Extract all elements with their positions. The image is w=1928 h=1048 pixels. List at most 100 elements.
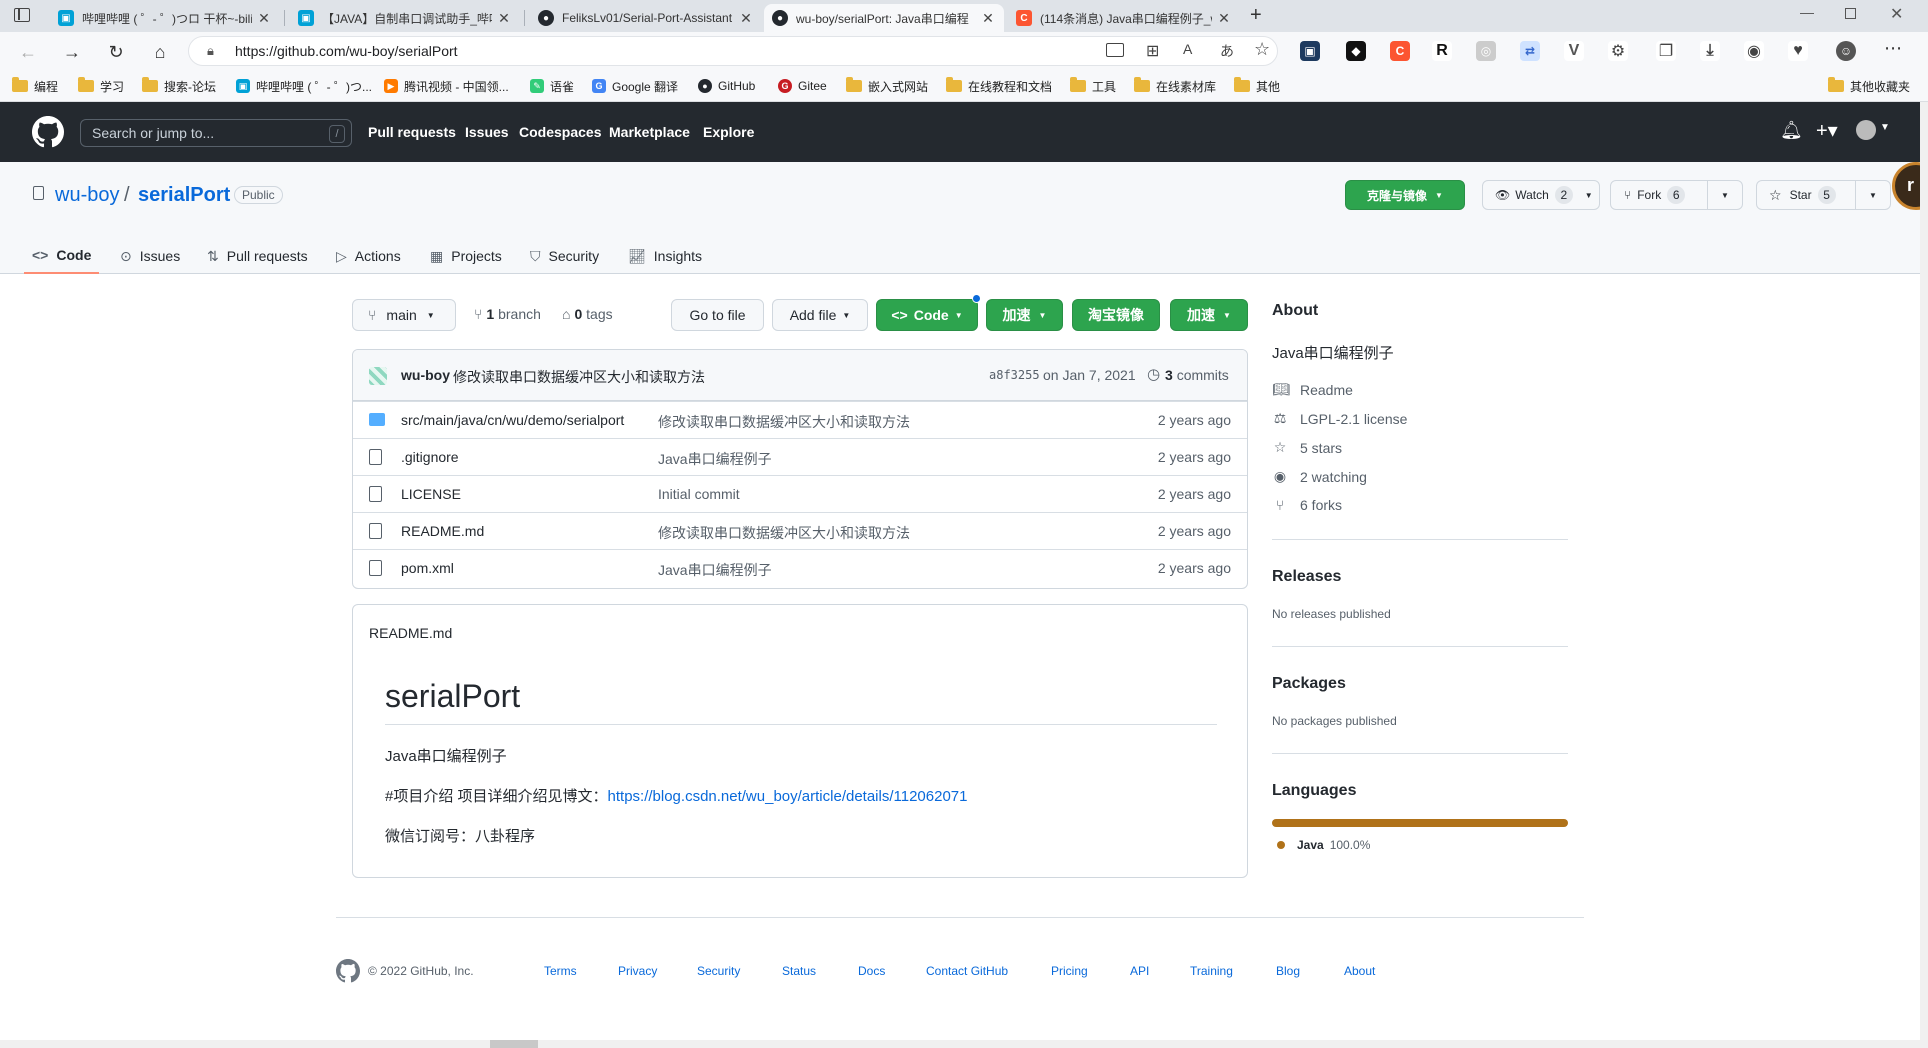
add-file-button[interactable]: Add file ▼ <box>772 299 868 331</box>
readme-link[interactable]: 📖︎ Readme <box>1272 381 1353 398</box>
extension-icon-2[interactable]: ◆ <box>1346 41 1366 61</box>
extension-icon-1[interactable]: ▣ <box>1300 41 1320 61</box>
settings-more-icon[interactable]: ⋯ <box>1884 38 1902 59</box>
file-row[interactable]: README.md 修改读取串口数据缓冲区大小和读取方法 2 years ago <box>353 512 1247 549</box>
bookmark-folder[interactable]: 搜索-论坛 <box>142 77 216 95</box>
watch-button[interactable]: 👁︎ Watch 2 ▼ <box>1482 180 1600 210</box>
close-icon[interactable]: ✕ <box>256 10 272 27</box>
file-commit-message[interactable]: Java串口编程例子 <box>658 449 772 469</box>
reload-icon[interactable]: ↻ <box>102 38 130 66</box>
vertical-scrollbar[interactable] <box>1920 102 1928 1040</box>
commit-sha[interactable]: a8f3255 <box>989 368 1040 382</box>
scrollbar-thumb[interactable] <box>490 1040 538 1048</box>
footer-link-about[interactable]: About <box>1344 964 1375 978</box>
bookmark-folder[interactable]: 编程 <box>12 77 58 95</box>
file-commit-message[interactable]: Java串口编程例子 <box>658 560 772 580</box>
nav-codespaces[interactable]: Codespaces <box>519 124 601 140</box>
bookmark-link[interactable]: ✎ 语雀 <box>530 77 574 95</box>
bookmark-link[interactable]: ● GitHub <box>698 77 755 95</box>
nav-explore[interactable]: Explore <box>703 124 754 140</box>
commit-message[interactable]: 修改读取串口数据缓冲区大小和读取方法 <box>453 367 705 387</box>
browser-tab-4-active[interactable]: ● wu-boy/serialPort: Java串口编程 ✕ <box>764 4 1004 32</box>
home-icon[interactable]: ⌂ <box>146 38 174 66</box>
file-name-link[interactable]: pom.xml <box>401 560 454 576</box>
bookmark-folder[interactable]: 其他 <box>1234 77 1280 95</box>
star-button[interactable]: ☆ Star 5 <box>1756 180 1856 210</box>
fork-button[interactable]: ⑂ Fork 6 <box>1610 180 1708 210</box>
browser-tab-5[interactable]: C (114条消息) Java串口编程例子_w ✕ <box>1008 4 1240 32</box>
license-link[interactable]: ⚖ LGPL-2.1 license <box>1272 410 1408 427</box>
tab-pull-requests[interactable]: ⇅ Pull requests <box>207 238 308 274</box>
file-row[interactable]: LICENSE Initial commit 2 years ago <box>353 475 1247 512</box>
browser-tab-1[interactable]: ▣ 哔哩哔哩 ( ゜- ゜)つロ 干杯~-bili ✕ <box>50 4 280 32</box>
footer-link-blog[interactable]: Blog <box>1276 964 1300 978</box>
accelerate-button-2[interactable]: 加速 ▼ <box>1170 299 1248 331</box>
forks-link[interactable]: ⑂ 6 forks <box>1272 497 1342 513</box>
commit-author[interactable]: wu-boy <box>401 367 450 383</box>
footer-link-privacy[interactable]: Privacy <box>618 964 657 978</box>
plus-dropdown-icon[interactable]: +▾ <box>1816 118 1838 143</box>
tags-link[interactable]: ⌂ 0 tags <box>562 306 613 322</box>
branch-selector[interactable]: ⑂ main ▼ <box>352 299 456 331</box>
bookmark-folder[interactable]: 在线教程和文档 <box>946 77 1052 95</box>
tab-actions-icon[interactable] <box>14 8 30 22</box>
file-row[interactable]: src/main/java/cn/wu/demo/serialport 修改读取… <box>353 401 1247 438</box>
file-commit-message[interactable]: Initial commit <box>658 486 740 502</box>
tab-projects[interactable]: ▦ Projects <box>430 238 502 274</box>
file-commit-message[interactable]: 修改读取串口数据缓冲区大小和读取方法 <box>658 412 910 432</box>
extensions-icon[interactable]: ⚙ <box>1608 41 1628 61</box>
bookmark-link[interactable]: ▶ 腾讯视频 - 中国领... <box>384 77 509 95</box>
tab-insights[interactable]: 📈︎ Insights <box>628 238 702 274</box>
bookmark-folder[interactable]: 嵌入式网站 <box>846 77 928 95</box>
back-icon[interactable]: ← <box>14 38 42 66</box>
horizontal-scrollbar[interactable] <box>0 1040 1928 1048</box>
bookmark-folder[interactable]: 学习 <box>78 77 124 95</box>
browser-tab-2[interactable]: ▣ 【JAVA】自制串口调试助手_哔哩 ✕ <box>290 4 520 32</box>
extension-icon-5[interactable]: ◎ <box>1476 41 1496 61</box>
file-commit-message[interactable]: 修改读取串口数据缓冲区大小和读取方法 <box>658 523 910 543</box>
bell-icon[interactable]: 🔔︎ <box>1780 120 1803 141</box>
translate-icon[interactable]: あ <box>1220 41 1234 61</box>
footer-link-training[interactable]: Training <box>1190 964 1233 978</box>
tab-issues[interactable]: ⊙ Issues <box>120 238 180 274</box>
releases-heading[interactable]: Releases <box>1272 568 1341 586</box>
bookmark-link[interactable]: G Google 翻译 <box>592 77 678 95</box>
readme-filename[interactable]: README.md <box>369 625 452 641</box>
clone-mirror-button[interactable]: 克隆与镜像 ▼ <box>1345 180 1465 210</box>
apps-icon[interactable]: ⊞ <box>1146 41 1159 61</box>
extension-r-icon[interactable]: R <box>1432 41 1452 61</box>
tab-code[interactable]: <> Code <box>24 238 100 274</box>
tab-actions[interactable]: ▷ Actions <box>336 238 401 274</box>
branches-link[interactable]: ⑂ 1 branch <box>474 306 541 322</box>
minimize-icon[interactable]: — <box>1800 4 1814 20</box>
file-name-link[interactable]: src/main/java/cn/wu/demo/serialport <box>401 412 624 428</box>
file-name-link[interactable]: .gitignore <box>401 449 459 465</box>
extension-icon-6[interactable]: ⇄ <box>1520 41 1540 61</box>
file-row[interactable]: pom.xml Java串口编程例子 2 years ago <box>353 549 1247 586</box>
reader-icon[interactable] <box>1106 43 1124 57</box>
accelerate-button-1[interactable]: 加速 ▼ <box>986 299 1063 331</box>
collections-icon[interactable]: ❐ <box>1656 41 1676 61</box>
footer-link-terms[interactable]: Terms <box>544 964 577 978</box>
file-row[interactable]: .gitignore Java串口编程例子 2 years ago <box>353 438 1247 475</box>
favorite-star-icon[interactable]: ☆ <box>1254 39 1270 60</box>
file-name-link[interactable]: LICENSE <box>401 486 461 502</box>
profile-avatar[interactable]: ☺ <box>1836 41 1856 61</box>
github-logo-icon[interactable] <box>32 116 64 148</box>
code-button[interactable]: <> Code ▼ <box>876 299 978 331</box>
browser-tab-3[interactable]: ● FeliksLv01/Serial-Port-Assistant ✕ <box>530 4 762 32</box>
download-icon[interactable]: ⤓ <box>1700 41 1720 61</box>
user-avatar[interactable] <box>1856 120 1876 140</box>
footer-link-api[interactable]: API <box>1130 964 1149 978</box>
commits-link[interactable]: 3 commits <box>1165 367 1229 383</box>
forward-icon[interactable]: → <box>58 38 86 66</box>
nav-issues[interactable]: Issues <box>465 124 509 140</box>
new-tab-icon[interactable]: + <box>1250 4 1262 27</box>
blog-link[interactable]: https://blog.csdn.net/wu_boy/article/det… <box>608 788 968 805</box>
screenshot-icon[interactable]: ◉ <box>1744 41 1764 61</box>
close-icon[interactable]: ✕ <box>496 10 512 27</box>
close-icon[interactable]: ✕ <box>1216 10 1232 27</box>
packages-heading[interactable]: Packages <box>1272 675 1346 693</box>
read-aloud-icon[interactable]: A <box>1183 41 1192 57</box>
footer-link-contact[interactable]: Contact GitHub <box>926 964 1008 978</box>
